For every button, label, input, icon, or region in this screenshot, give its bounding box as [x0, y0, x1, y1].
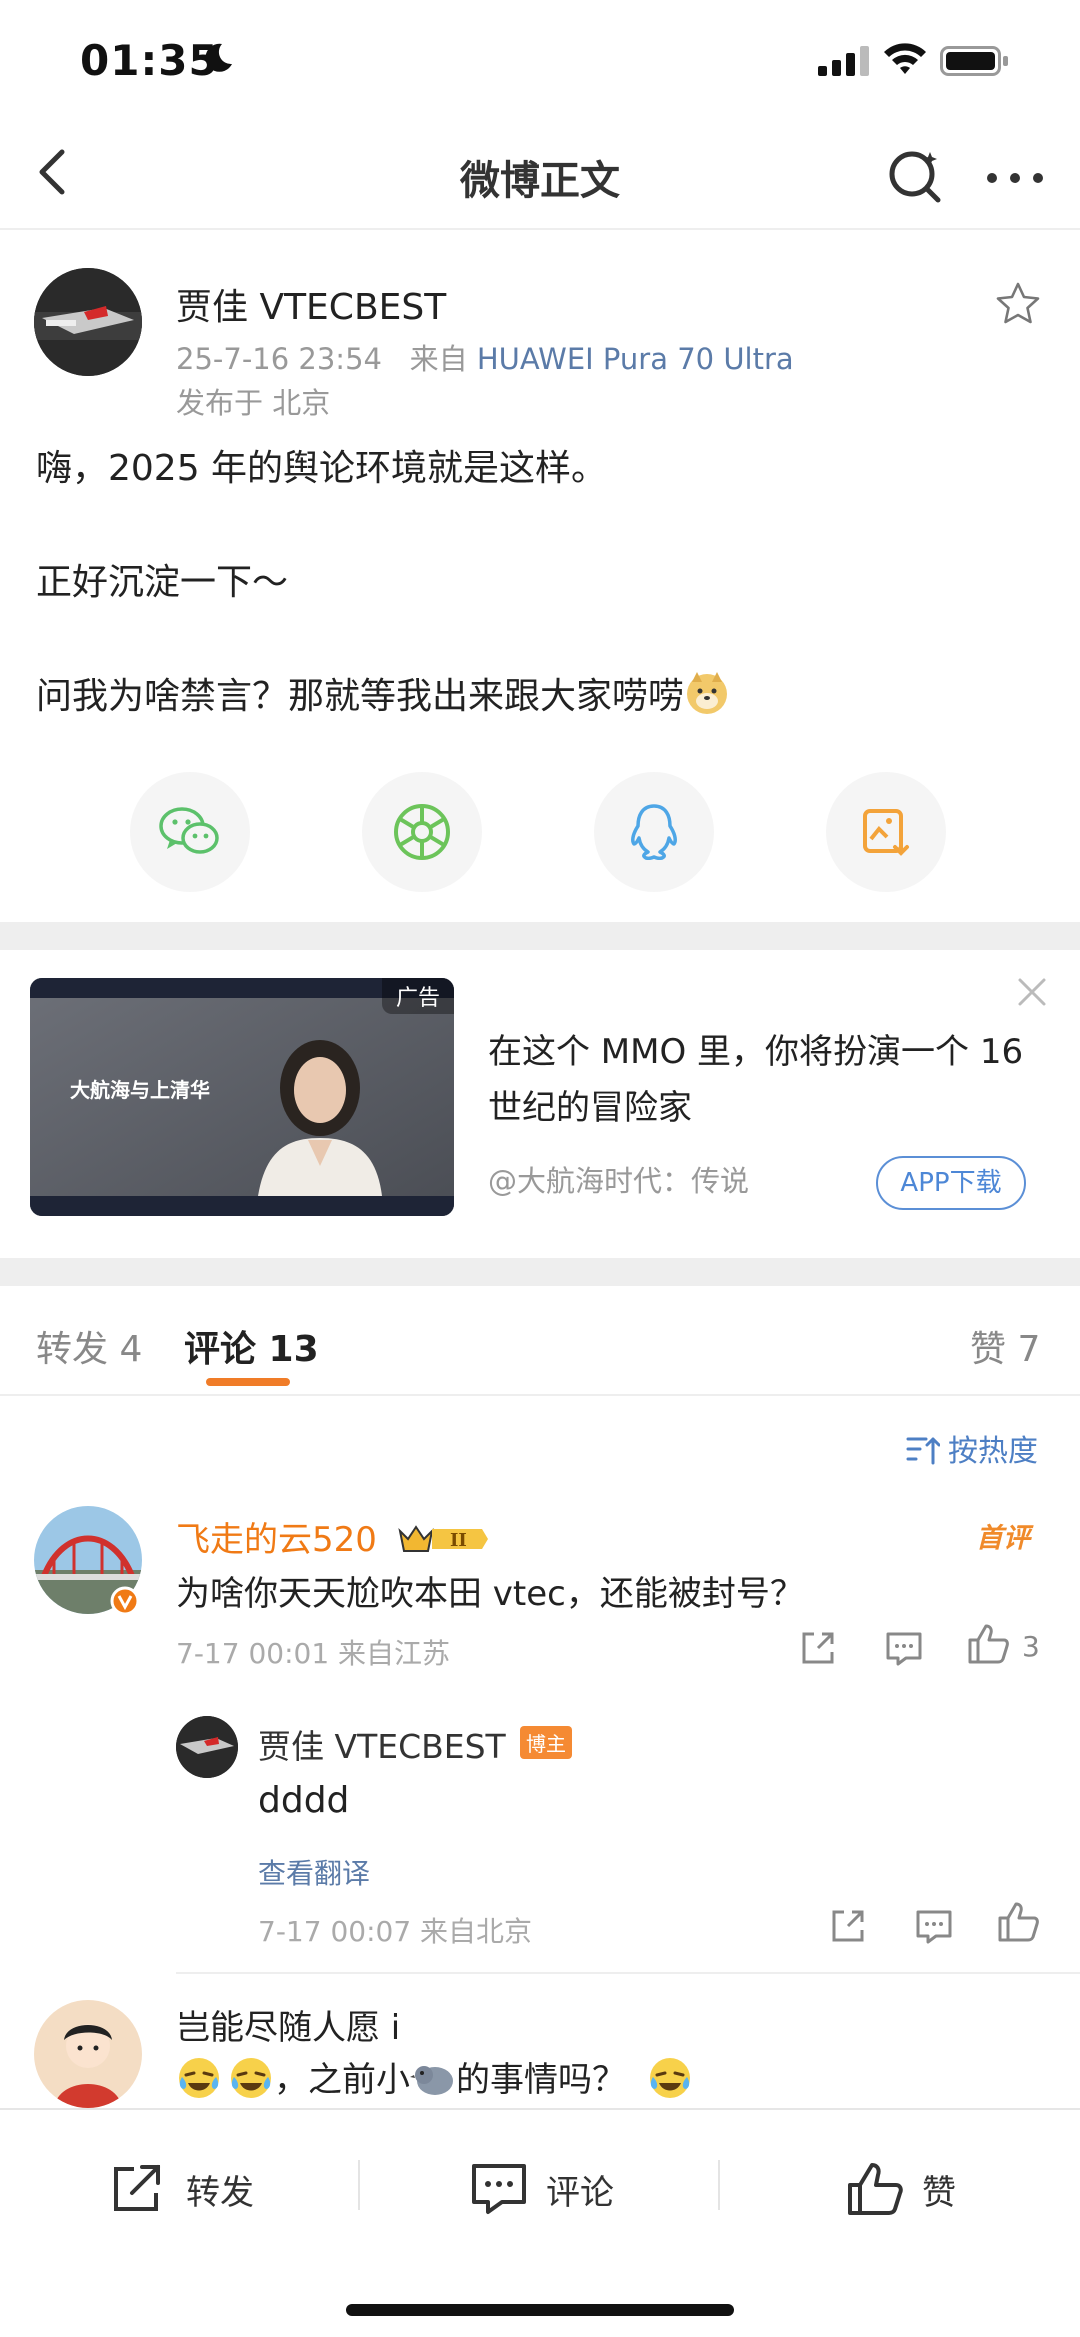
- like-button[interactable]: 赞: [846, 2154, 956, 2224]
- ad-title[interactable]: 在这个 MMO 里，你将扮演一个 16 世纪的冒险家: [488, 1024, 1028, 1136]
- commenter-name[interactable]: 飞走的云520 II: [176, 1512, 490, 1561]
- laugh-cry-emoji-icon: [179, 2058, 219, 2098]
- weibo-post: 贾佳 VTECBEST 25-7-16 23:54 来自 HUAWEI Pura…: [0, 232, 1080, 922]
- share-icon[interactable]: [796, 1626, 840, 1670]
- ad-image-caption: 大航海与上清华: [70, 1078, 210, 1102]
- sort-row: 按热度: [0, 1396, 1080, 1486]
- comment-label: 评论: [546, 2172, 614, 2213]
- wechat-icon: [159, 807, 219, 854]
- share-row: [0, 772, 1080, 902]
- favorite-star-icon[interactable]: [994, 280, 1042, 328]
- ad-card[interactable]: 广告 大航海与上清华 在这个 MMO 里，你将扮演一个 16 世纪的冒险家 @大…: [0, 948, 1080, 1258]
- commenter-avatar[interactable]: [34, 2000, 142, 2108]
- comment-text: ，之前小 的事情吗？: [176, 2052, 693, 2101]
- sort-label: 按热度: [948, 1434, 1038, 1469]
- close-icon[interactable]: [1012, 972, 1052, 1012]
- post-line-text: 问我为啥禁言？那就等我出来跟大家唠唠: [36, 676, 685, 717]
- comment-divider: [176, 1972, 1080, 1974]
- section-divider: [0, 1258, 1080, 1286]
- repost-button[interactable]: 转发: [110, 2154, 254, 2224]
- tab-comments[interactable]: 评论 13: [184, 1320, 319, 1372]
- ad-tag: 广告: [381, 978, 454, 1014]
- sort-by-hot-button[interactable]: 按热度: [906, 1426, 1038, 1470]
- tab-likes[interactable]: 赞 7: [970, 1320, 1040, 1372]
- tab-reposts[interactable]: 转发 4: [36, 1320, 142, 1372]
- active-tab-indicator: [206, 1378, 290, 1386]
- like-icon[interactable]: [966, 1622, 1010, 1666]
- search-icon[interactable]: [884, 144, 948, 208]
- author-tag: 博主: [520, 1726, 572, 1759]
- moments-icon: [394, 804, 450, 860]
- app-download-button[interactable]: APP下载: [876, 1156, 1026, 1210]
- sort-icon: [906, 1437, 940, 1465]
- comment-icon[interactable]: [882, 1626, 926, 1670]
- home-indicator: [346, 2304, 734, 2316]
- moon-icon: [205, 43, 232, 72]
- cellular-signal-icon: [818, 46, 869, 76]
- status-time: 01:35: [80, 36, 219, 85]
- vip-crown-badge-icon: II: [398, 1525, 488, 1552]
- ad-image[interactable]: 广告 大航海与上清华: [30, 978, 454, 1216]
- comment-meta: 7-17 00:01 来自江苏: [176, 1637, 451, 1670]
- commenter-name-text: 飞走的云520: [176, 1520, 377, 1560]
- post-line: 嗨，2025 年的舆论环境就是这样。: [36, 448, 608, 489]
- doge-emoji-icon: [687, 672, 728, 714]
- status-bar: 01:35: [0, 0, 1080, 120]
- bar-divider: [358, 2160, 360, 2210]
- post-meta: 25-7-16 23:54 来自 HUAWEI Pura 70 Ultra: [176, 336, 794, 378]
- post-location: 发布于 北京: [176, 386, 331, 420]
- post-body: 嗨，2025 年的舆论环境就是这样。 正好沉淀一下～ 问我为啥禁言？那就等我出来…: [36, 442, 1036, 784]
- battery-icon: [940, 46, 1008, 76]
- wifi-icon: [884, 43, 926, 74]
- comment-icon: [472, 2164, 526, 2214]
- svg-text:II: II: [450, 1530, 467, 1551]
- qq-share-button[interactable]: [594, 772, 714, 892]
- like-count: 3: [1022, 1630, 1040, 1663]
- comment-text: 为啥你天天尬吹本田 vtec，还能被封号？: [176, 1574, 804, 1614]
- save-image-button[interactable]: [826, 772, 946, 892]
- section-divider: [0, 922, 1080, 950]
- author-name[interactable]: 贾佳 VTECBEST: [176, 278, 446, 330]
- pigeon-emoji-icon: [410, 2066, 453, 2095]
- bottom-action-bar: 转发 评论 赞: [0, 2108, 1080, 2337]
- verified-badge-icon: [110, 1586, 140, 1616]
- comment-button[interactable]: 评论: [470, 2154, 614, 2224]
- post-line: 正好沉淀一下～: [36, 562, 289, 603]
- comment-text-part: ，之前小: [274, 2060, 410, 2100]
- reply-text: dddd: [258, 1780, 350, 1821]
- commenter-name[interactable]: 岂能尽随人愿 i: [176, 2000, 400, 2049]
- share-icon[interactable]: [826, 1904, 870, 1948]
- reply-author-name[interactable]: 贾佳 VTECBEST: [258, 1720, 506, 1768]
- like-icon: [848, 2163, 903, 2215]
- laugh-cry-emoji-icon: [231, 2058, 271, 2098]
- repost-icon: [114, 2165, 160, 2211]
- reply-meta: 7-17 00:07 来自北京: [258, 1915, 533, 1948]
- post-line: 问我为啥禁言？那就等我出来跟大家唠唠: [36, 670, 1036, 724]
- interaction-tabs: 转发 4 评论 13 赞 7: [0, 1286, 1080, 1396]
- first-comment-badge: 首评: [976, 1523, 1030, 1554]
- author-avatar[interactable]: [34, 268, 142, 376]
- save-image-icon: [863, 809, 909, 856]
- moments-share-button[interactable]: [362, 772, 482, 892]
- post-source[interactable]: HUAWEI Pura 70 Ultra: [477, 342, 794, 376]
- repost-label: 转发: [186, 2172, 254, 2213]
- more-icon[interactable]: [980, 144, 1050, 208]
- laugh-cry-emoji-icon: [649, 2058, 690, 2098]
- wechat-share-button[interactable]: [130, 772, 250, 892]
- comment-item: 岂能尽随人愿 i ，之前小 的事情吗？: [0, 1980, 1080, 2108]
- comment-icon[interactable]: [912, 1904, 956, 1948]
- post-time: 25-7-16 23:54: [176, 342, 382, 376]
- ad-source[interactable]: @大航海时代：传说: [488, 1158, 749, 1200]
- post-from-label: 来自: [409, 342, 468, 376]
- comment-text-part: 的事情吗？: [456, 2060, 626, 2100]
- nav-bar: 微博正文: [0, 120, 1080, 230]
- like-icon[interactable]: [996, 1900, 1040, 1944]
- like-label: 赞: [922, 2172, 956, 2213]
- bar-divider: [718, 2160, 720, 2210]
- qq-icon: [631, 804, 677, 861]
- translate-link[interactable]: 查看翻译: [258, 1852, 370, 1892]
- comment-item: 飞走的云520 II 首评 为啥你天天尬吹本田 vtec，还能被封号？ 7-17…: [0, 1486, 1080, 1986]
- reply-author-avatar[interactable]: [176, 1716, 238, 1778]
